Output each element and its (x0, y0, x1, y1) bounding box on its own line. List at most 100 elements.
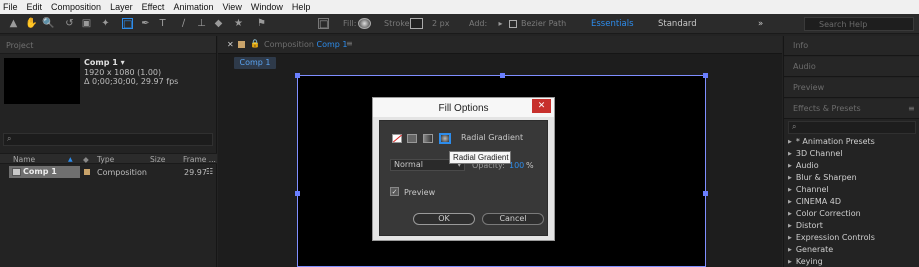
roto-brush-tool-icon[interactable]: ★ (233, 18, 244, 29)
close-tab-icon[interactable]: ✕ (227, 40, 234, 49)
effect-category[interactable]: Keying (788, 257, 875, 267)
selection-tool-icon[interactable]: ▲ (8, 18, 19, 29)
pen-tool-icon[interactable]: ✒ (140, 18, 151, 29)
radial-gradient-tooltip: Radial Gradient (449, 151, 511, 164)
fill-mode-icon[interactable]: □ (318, 18, 329, 30)
col-name[interactable]: Name (13, 155, 35, 164)
menu-file[interactable]: File (3, 2, 18, 12)
add-dropdown-icon[interactable]: ▸ (495, 18, 506, 29)
fill-type-label: Radial Gradient (461, 133, 524, 142)
effects-list: * Animation Presets 3D Channel Audio Blu… (788, 137, 875, 267)
rotate-tool-icon[interactable]: ↺ (64, 18, 75, 29)
transform-handle[interactable] (703, 191, 708, 196)
effect-category[interactable]: Distort (788, 221, 875, 233)
cancel-button[interactable]: Cancel (482, 213, 544, 225)
comp-subtab[interactable]: Comp 1 (234, 57, 276, 69)
bezier-checkbox[interactable] (509, 20, 517, 28)
effects-panel-header[interactable]: Effects & Presets ≡ (784, 99, 919, 119)
menu-window[interactable]: Window (251, 2, 283, 12)
stroke-width[interactable]: 2 px (432, 19, 449, 28)
comp-metadata: Comp 1 ▾ 1920 x 1080 (1.00) Δ 0;00;30;00… (84, 58, 178, 87)
flowchart-icon[interactable]: ☷ (206, 167, 213, 176)
col-size[interactable]: Size (150, 155, 165, 164)
effect-category[interactable]: Generate (788, 245, 875, 257)
add-label[interactable]: Add: (469, 19, 487, 28)
composition-icon (12, 168, 21, 176)
type-tool-icon[interactable]: T (157, 18, 168, 29)
effect-category[interactable]: * Animation Presets (788, 137, 875, 149)
composition-tab-prefix: Composition (264, 40, 314, 49)
opacity-value[interactable]: 100 (509, 161, 524, 170)
rectangle-tool-icon[interactable]: □ (122, 18, 133, 30)
effect-category[interactable]: CINEMA 4D (788, 197, 875, 209)
audio-panel-header[interactable]: Audio (784, 57, 919, 77)
transform-handle[interactable] (295, 73, 300, 78)
effect-category[interactable]: Expression Controls (788, 233, 875, 245)
fill-radial-gradient-icon[interactable] (440, 134, 450, 143)
workspace-overflow-icon[interactable]: » (758, 19, 763, 29)
fill-solid-icon[interactable] (407, 134, 417, 143)
menu-composition[interactable]: Composition (51, 2, 101, 12)
audio-panel-title: Audio (793, 62, 816, 71)
blend-mode-value: Normal (394, 160, 423, 169)
zoom-tool-icon[interactable]: 🔍 (42, 18, 54, 29)
project-search-input[interactable]: ⌕ (3, 133, 213, 146)
close-button[interactable]: ✕ (532, 99, 551, 113)
opacity-unit: % (526, 161, 534, 170)
sort-ascending-icon[interactable]: ▲ (68, 156, 73, 163)
search-help-placeholder: Search Help (819, 20, 868, 29)
fill-none-icon[interactable] (392, 134, 402, 143)
preview-panel-header[interactable]: Preview (784, 78, 919, 98)
project-item-row[interactable]: Comp 1 Composition 29.97 ☷ (0, 166, 217, 178)
col-type[interactable]: Type (97, 155, 114, 164)
label-color-swatch[interactable] (84, 169, 90, 175)
workspace-standard[interactable]: Standard (658, 19, 697, 29)
effect-category[interactable]: Audio (788, 161, 875, 173)
fill-swatch[interactable] (358, 18, 371, 29)
effect-category[interactable]: Color Correction (788, 209, 875, 221)
composition-tab[interactable]: Composition Comp 1 (264, 40, 348, 49)
workspace-essentials[interactable]: Essentials (591, 19, 634, 29)
ok-button[interactable]: OK (413, 213, 475, 225)
transform-handle[interactable] (295, 191, 300, 196)
effect-category[interactable]: Channel (788, 185, 875, 197)
fill-label: Fill: (343, 19, 357, 28)
transform-handle[interactable] (703, 73, 708, 78)
effects-search-input[interactable]: ⌕ (788, 121, 916, 134)
info-panel-header[interactable]: Info (784, 36, 919, 56)
tools-toolbar: ▲ ✋ 🔍 ↺ ▣ ✦ □ ✒ T ∕ ⊥ ◆ ★ ⚑ □ Fill: Stro… (0, 14, 919, 34)
brush-tool-icon[interactable]: ∕ (178, 18, 189, 29)
menu-effect[interactable]: Effect (142, 2, 165, 12)
menu-animation[interactable]: Animation (173, 2, 213, 12)
clone-stamp-tool-icon[interactable]: ⊥ (196, 18, 207, 29)
composition-tab-name: Comp 1 (316, 40, 348, 49)
menu-help[interactable]: Help (292, 2, 311, 12)
project-columns: Name ▲ ◆ Type Size Frame ... (0, 153, 217, 164)
info-panel-title: Info (793, 41, 809, 50)
panel-menu-icon[interactable]: ≡ (908, 104, 915, 113)
menu-view[interactable]: View (222, 2, 241, 12)
hand-tool-icon[interactable]: ✋ (25, 18, 37, 29)
preview-checkbox[interactable]: ✓ (390, 187, 399, 196)
project-panel: Project Comp 1 ▾ 1920 x 1080 (1.00) Δ 0;… (0, 36, 217, 267)
effect-category[interactable]: 3D Channel (788, 149, 875, 161)
project-panel-title[interactable]: Project (6, 41, 33, 50)
comp-thumbnail (4, 58, 80, 104)
lock-icon[interactable]: 🔒 (250, 39, 260, 48)
stroke-swatch[interactable] (410, 18, 423, 29)
pan-behind-tool-icon[interactable]: ✦ (100, 18, 111, 29)
search-help-field[interactable]: Search Help (804, 17, 914, 31)
fill-linear-gradient-icon[interactable] (423, 134, 433, 143)
puppet-pin-tool-icon[interactable]: ⚑ (256, 18, 267, 29)
label-color-swatch (238, 41, 245, 48)
label-tag-icon[interactable]: ◆ (83, 155, 89, 164)
panel-menu-icon[interactable]: ≡ (346, 39, 353, 48)
menu-edit[interactable]: Edit (27, 2, 43, 12)
col-frame-rate[interactable]: Frame ... (183, 155, 216, 164)
transform-handle[interactable] (500, 73, 505, 78)
comp-name[interactable]: Comp 1 ▾ (84, 58, 178, 68)
menu-layer[interactable]: Layer (110, 2, 133, 12)
camera-tool-icon[interactable]: ▣ (81, 18, 92, 29)
effect-category[interactable]: Blur & Sharpen (788, 173, 875, 185)
eraser-tool-icon[interactable]: ◆ (213, 18, 224, 29)
